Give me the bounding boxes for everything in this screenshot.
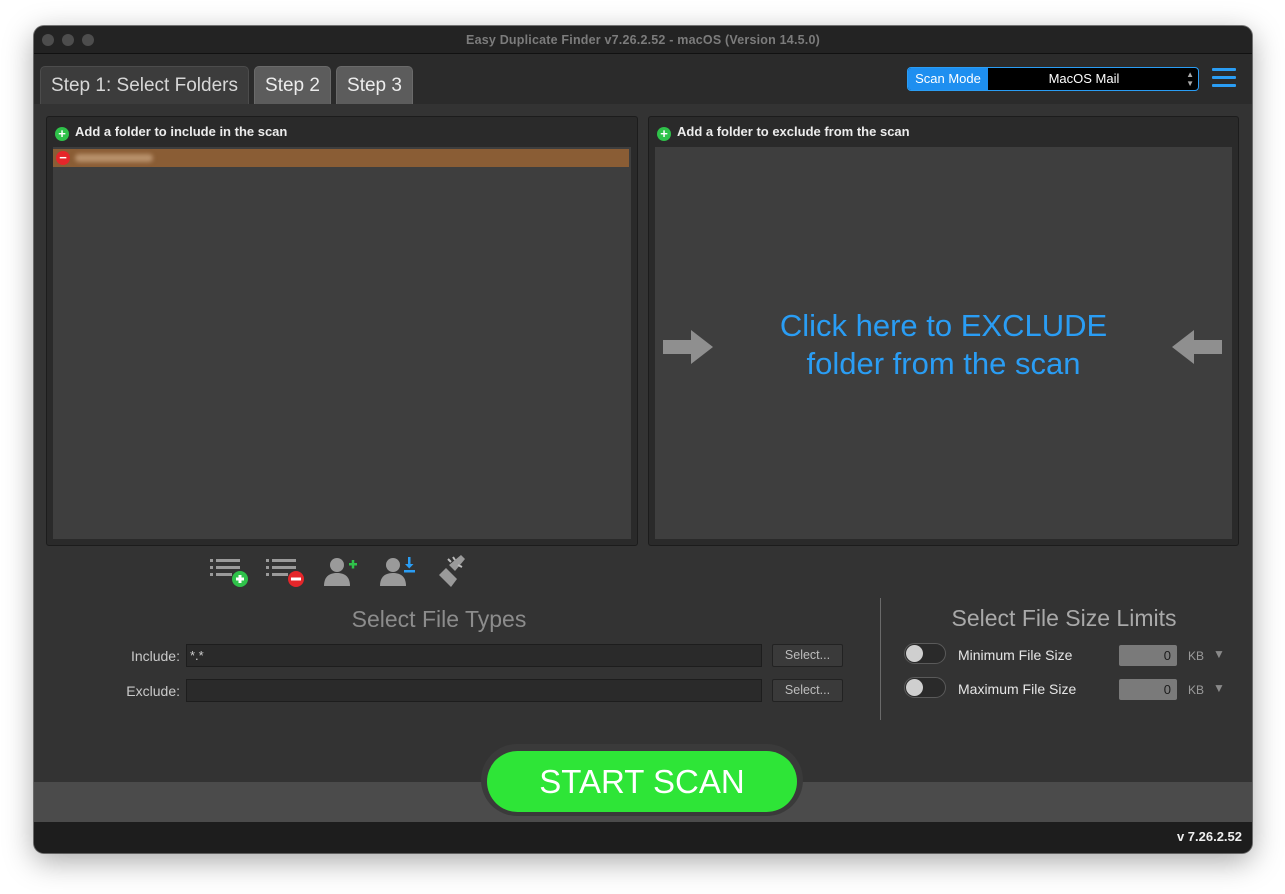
folder-path-redacted	[75, 154, 153, 162]
toggle-knob	[906, 645, 923, 662]
include-panel-header[interactable]: + Add a folder to include in the scan	[55, 124, 287, 141]
max-size-unit[interactable]: KB	[1188, 683, 1204, 697]
start-scan-button[interactable]: START SCAN	[487, 751, 797, 812]
clean-brush-icon[interactable]	[433, 554, 475, 590]
include-types-input[interactable]: *.*	[186, 644, 762, 667]
max-size-toggle[interactable]	[904, 677, 946, 698]
include-folder-list[interactable]: −	[53, 147, 631, 539]
max-size-unit-caret-icon[interactable]: ▼	[1213, 681, 1225, 695]
file-types-title: Select File Types	[351, 606, 527, 632]
min-size-input[interactable]: 0	[1119, 645, 1177, 666]
scan-mode-value: MacOS Mail	[1048, 71, 1120, 86]
min-size-toggle[interactable]	[904, 643, 946, 664]
exclude-folders-panel: + Add a folder to exclude from the scan C…	[648, 116, 1239, 546]
up-down-arrows-icon: ▲ ▼	[1186, 70, 1194, 88]
status-bar: v 7.26.2.52	[34, 822, 1252, 853]
remove-folder-icon[interactable]: −	[56, 151, 70, 165]
tab-step-2[interactable]: Step 2	[254, 66, 331, 104]
version-label: v 7.26.2.52	[1176, 829, 1242, 844]
exclude-types-select-button[interactable]: Select...	[772, 679, 843, 702]
toggle-knob	[906, 679, 923, 696]
include-panel-heading: Add a folder to include in the scan	[75, 124, 288, 139]
include-types-select-button[interactable]: Select...	[772, 644, 843, 667]
exclude-message-line2: folder from the scan	[806, 346, 1081, 381]
included-folder-row[interactable]: −	[53, 149, 629, 167]
exclude-message-line1: Click here to EXCLUDE	[779, 308, 1108, 343]
app-window: Easy Duplicate Finder v7.26.2.52 - macOS…	[34, 26, 1252, 853]
max-size-label: Maximum File Size	[958, 681, 1077, 697]
file-size-title: Select File Size Limits	[951, 605, 1177, 631]
exclude-drop-zone[interactable]: Click here to EXCLUDE folder from the sc…	[655, 147, 1232, 539]
add-user-icon[interactable]	[321, 554, 363, 590]
title-bar: Easy Duplicate Finder v7.26.2.52 - macOS…	[34, 26, 1252, 54]
tab-step-1[interactable]: Step 1: Select Folders	[40, 66, 249, 104]
folder-toolbar	[209, 554, 479, 590]
hamburger-menu-icon[interactable]	[1212, 68, 1236, 90]
min-size-unit-caret-icon[interactable]: ▼	[1213, 647, 1225, 661]
tab-step-3[interactable]: Step 3	[336, 66, 413, 104]
arrow-left-icon	[1172, 330, 1222, 364]
exclude-panel-header[interactable]: + Add a folder to exclude from the scan	[657, 124, 910, 141]
remove-list-icon[interactable]	[265, 554, 307, 590]
include-types-label: Include:	[130, 648, 180, 664]
exclude-types-input[interactable]	[186, 679, 762, 702]
min-size-label: Minimum File Size	[958, 647, 1073, 663]
max-size-input[interactable]: 0	[1119, 679, 1177, 700]
scan-mode-label: Scan Mode	[908, 68, 988, 90]
section-divider	[880, 598, 881, 720]
window-title: Easy Duplicate Finder v7.26.2.52 - macOS…	[466, 33, 820, 47]
import-user-icon[interactable]	[377, 554, 419, 590]
exclude-instruction[interactable]: Click here to EXCLUDE folder from the sc…	[655, 307, 1232, 383]
add-exclude-folder-icon[interactable]: +	[657, 127, 671, 141]
exclude-types-label: Exclude:	[126, 683, 180, 699]
scan-mode-select[interactable]: Scan Mode MacOS Mail ▲ ▼	[907, 67, 1199, 91]
add-list-icon[interactable]	[209, 554, 251, 590]
min-size-unit[interactable]: KB	[1188, 649, 1204, 663]
add-include-folder-icon[interactable]: +	[55, 127, 69, 141]
exclude-panel-heading: Add a folder to exclude from the scan	[677, 124, 910, 139]
step-1-content: + Add a folder to include in the scan − +…	[34, 104, 1252, 782]
include-folders-panel: + Add a folder to include in the scan −	[46, 116, 638, 546]
